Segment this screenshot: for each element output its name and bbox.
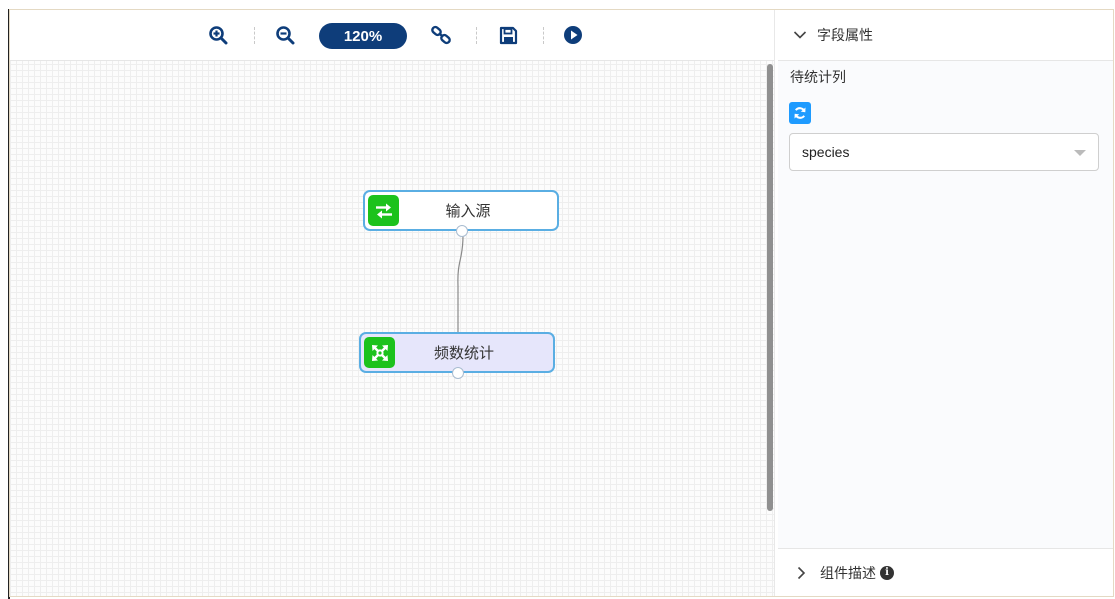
property-panel: 字段属性 待统计列 species 组件描述 i — [778, 10, 1113, 596]
refresh-columns-button[interactable] — [789, 102, 811, 124]
chevron-down-icon — [793, 30, 807, 40]
node-frequency-stats[interactable]: 频数统计 — [359, 332, 555, 379]
cross-arrows-icon — [371, 344, 388, 361]
section-header-component-description[interactable]: 组件描述 i — [778, 548, 1113, 596]
node-connection — [454, 235, 464, 340]
footer-title: 组件描述 — [820, 565, 876, 582]
column-select[interactable]: species — [789, 133, 1099, 171]
info-icon[interactable]: i — [880, 565, 894, 580]
swap-arrows-icon — [375, 203, 392, 218]
canvas-scrollbar[interactable] — [767, 64, 773, 511]
section-header-field-properties[interactable]: 字段属性 — [778, 10, 1113, 61]
node-icon-badge — [364, 337, 395, 368]
field-label: 待统计列 — [790, 70, 846, 86]
output-port[interactable] — [452, 367, 464, 379]
refresh-icon — [794, 107, 806, 119]
column-select-value: species — [802, 144, 850, 160]
node-input-source[interactable]: 输入源 — [363, 190, 559, 237]
output-port[interactable] — [456, 225, 468, 237]
node-icon-badge — [368, 195, 399, 226]
caret-down-icon — [1074, 150, 1086, 156]
chevron-right-icon — [796, 566, 806, 580]
workflow-canvas[interactable]: 120% 输入源 频数统计 — [10, 10, 775, 596]
section-title: 字段属性 — [817, 28, 873, 44]
